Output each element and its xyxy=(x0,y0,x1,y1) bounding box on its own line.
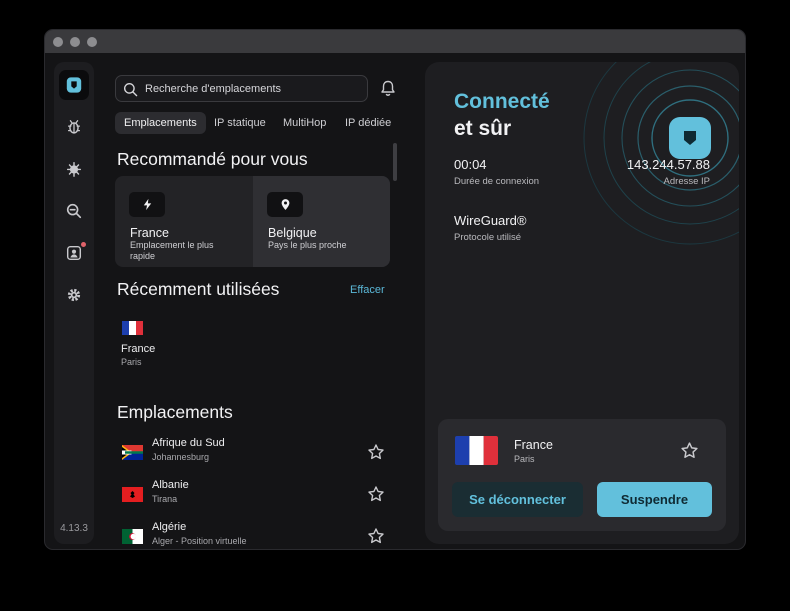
connection-status-subtitle: et sûr xyxy=(454,117,512,140)
connection-duration-label: Durée de connexion xyxy=(454,176,540,187)
star-icon[interactable] xyxy=(680,441,699,460)
sidebar-item-identity[interactable] xyxy=(59,238,89,268)
zoom-window-button[interactable] xyxy=(87,37,97,47)
gear-icon xyxy=(67,288,81,302)
tab-ip-dediee[interactable]: IP dédiée xyxy=(345,112,391,134)
vpn-shield-logo xyxy=(669,117,711,159)
lightning-icon xyxy=(143,198,151,211)
pause-button[interactable]: Suspendre xyxy=(597,482,712,517)
app-version: 4.13.3 xyxy=(60,523,88,534)
france-flag-icon xyxy=(122,321,143,335)
location-name: Albanie xyxy=(152,479,189,491)
recommended-nearest-subtitle: Pays le plus proche xyxy=(268,240,347,250)
protocol-label: Protocole utilisé xyxy=(454,232,522,243)
star-icon[interactable] xyxy=(367,485,385,503)
star-icon[interactable] xyxy=(367,443,385,461)
shield-icon xyxy=(66,77,82,93)
minimize-window-button[interactable] xyxy=(70,37,80,47)
star-icon[interactable] xyxy=(367,527,385,545)
france-flag-icon xyxy=(455,436,498,465)
location-city: Alger - Position virtuelle xyxy=(152,536,247,546)
ip-address-label: Adresse IP xyxy=(663,176,710,187)
location-city: Tirana xyxy=(152,494,178,504)
current-location-name: France xyxy=(514,438,553,452)
app-window: 4.13.3 Emplacements IP statique MultiHop… xyxy=(44,29,746,550)
scrollbar[interactable] xyxy=(393,143,397,181)
zoom-out-icon xyxy=(66,203,82,219)
bell-icon[interactable] xyxy=(379,79,397,97)
tab-ip-statique[interactable]: IP statique xyxy=(214,112,266,134)
sidebar-item-malware[interactable] xyxy=(59,154,89,184)
recommended-heading: Recommandé pour vous xyxy=(117,149,308,169)
recent-item-name: France xyxy=(121,343,156,355)
algeria-flag-icon xyxy=(122,529,143,544)
current-location-card: France Paris Se déconnecter Suspendre xyxy=(438,419,726,531)
connection-panel: Connecté et sûr 00:04 Durée de connexion… xyxy=(425,62,739,544)
recommended-nearest-icon-box xyxy=(267,192,303,217)
protocol-name: WireGuard® xyxy=(454,213,527,228)
sidebar: 4.13.3 xyxy=(54,62,94,544)
disconnect-button[interactable]: Se déconnecter xyxy=(452,482,583,517)
map-pin-icon xyxy=(281,199,289,210)
location-name: Afrique du Sud xyxy=(152,437,225,449)
ip-address: 143.244.57.88 xyxy=(626,157,710,172)
recommended-fastest-title: France xyxy=(130,226,169,240)
list-item[interactable]: Afrique du Sud Johannesburg xyxy=(115,437,395,471)
south-africa-flag-icon xyxy=(122,445,143,460)
location-city: Johannesburg xyxy=(152,452,210,462)
connection-duration: 00:04 xyxy=(454,157,487,172)
recommended-nearest-title: Belgique xyxy=(268,226,317,240)
connection-status-title: Connecté xyxy=(454,90,550,113)
close-window-button[interactable] xyxy=(53,37,63,47)
recommended-nearest[interactable]: Belgique Pays le plus proche xyxy=(253,176,390,267)
tab-emplacements[interactable]: Emplacements xyxy=(115,112,206,134)
recommended-fastest-icon-box xyxy=(129,192,165,217)
current-location-city: Paris xyxy=(514,454,535,464)
list-item[interactable]: Albanie Tirana xyxy=(115,479,395,513)
recent-item-city: Paris xyxy=(121,357,142,367)
search-box xyxy=(115,75,368,102)
sidebar-item-search-check[interactable] xyxy=(59,196,89,226)
sidebar-item-vpn[interactable] xyxy=(59,70,89,100)
virus-icon xyxy=(66,161,82,177)
contact-card-icon xyxy=(66,245,82,261)
sidebar-item-threat-protection[interactable] xyxy=(59,112,89,142)
recommended-fastest[interactable]: France Emplacement le plus rapide xyxy=(115,176,253,267)
list-item[interactable]: Algérie Alger - Position virtuelle xyxy=(115,521,395,549)
sidebar-item-settings[interactable] xyxy=(59,280,89,310)
tab-multihop[interactable]: MultiHop xyxy=(283,112,326,134)
location-name: Algérie xyxy=(152,521,187,533)
bug-icon xyxy=(67,120,81,134)
recent-heading: Récemment utilisées xyxy=(117,279,280,299)
notification-badge xyxy=(81,242,86,247)
locations-heading: Emplacements xyxy=(117,402,233,422)
title-bar xyxy=(45,30,745,53)
search-input[interactable] xyxy=(145,79,360,99)
recommended-cards: France Emplacement le plus rapide Belgiq… xyxy=(115,176,390,267)
clear-recent-link[interactable]: Effacer xyxy=(350,284,385,296)
search-icon xyxy=(123,82,138,97)
albania-flag-icon xyxy=(122,487,143,502)
shield-icon xyxy=(684,131,696,145)
recommended-fastest-subtitle: Emplacement le plus rapide xyxy=(130,240,214,261)
